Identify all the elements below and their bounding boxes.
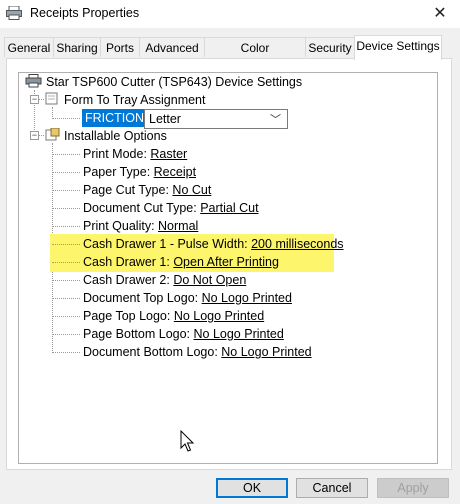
option-label: Print Quality: [83, 219, 159, 233]
tab-label: General [7, 41, 51, 55]
option-label: Document Cut Type: [83, 201, 201, 215]
option-cash-drawer-2[interactable]: Cash Drawer 2: Do Not Open [83, 272, 246, 288]
printer-icon [6, 6, 22, 20]
option-label: Page Top Logo: [83, 309, 174, 323]
tab-bar: General Sharing Ports Advanced Color Man… [0, 35, 460, 75]
option-value[interactable]: No Cut [172, 183, 211, 197]
option-label: Cash Drawer 1 - Pulse Width: [83, 237, 252, 251]
friction-select[interactable]: Letter ﹀ [144, 109, 288, 129]
tree-line [52, 190, 80, 191]
options-group[interactable]: Installable Options [64, 128, 167, 144]
printer-icon [25, 74, 42, 88]
tree-line [52, 118, 80, 119]
tab-label: Device Settings [356, 39, 440, 53]
option-label: Document Bottom Logo: [83, 345, 222, 359]
mouse-cursor-icon [180, 430, 195, 452]
tab-label: Ports [105, 41, 134, 55]
option-label: Page Cut Type: [83, 183, 173, 197]
ok-button[interactable]: OK [216, 478, 288, 498]
tree-line [52, 154, 80, 155]
option-value[interactable]: Receipt [154, 165, 196, 179]
title-bar: Receipts Properties ✕ [0, 0, 460, 28]
tree-line [52, 316, 80, 317]
option-paper-type[interactable]: Paper Type: Receipt [83, 164, 196, 180]
option-label: Paper Type: [83, 165, 154, 179]
tray-group[interactable]: Form To Tray Assignment [64, 92, 206, 108]
option-document-bottom-logo[interactable]: Document Bottom Logo: No Logo Printed [83, 344, 312, 360]
friction-label[interactable]: FRICTION: [82, 109, 151, 127]
tab-advanced[interactable]: Advanced [139, 37, 205, 57]
tree-line [52, 262, 80, 263]
option-value[interactable]: No Logo Printed [174, 309, 264, 323]
chevron-down-icon[interactable]: ﹀ [270, 111, 281, 127]
option-print-quality[interactable]: Print Quality: Normal [83, 218, 198, 234]
option-value[interactable]: Raster [150, 147, 187, 161]
close-icon: ✕ [433, 5, 447, 22]
option-value[interactable]: Do Not Open [173, 273, 246, 287]
window-title: Receipts Properties [30, 6, 140, 20]
option-label: Cash Drawer 1: [83, 255, 174, 269]
option-label: Cash Drawer 2: [83, 273, 174, 287]
option-value[interactable]: No Logo Printed [194, 327, 284, 341]
tree-line [52, 298, 80, 299]
tab-label: Security [308, 41, 352, 55]
tab-security[interactable]: Security [305, 37, 355, 57]
tree-root[interactable]: Star TSP600 Cutter (TSP643) Device Setti… [46, 74, 302, 90]
option-value[interactable]: Open After Printing [173, 255, 279, 269]
tray-icon [45, 92, 58, 105]
tab-general[interactable]: General [4, 37, 54, 57]
option-print-mode[interactable]: Print Mode: Raster [83, 146, 187, 162]
option-cash-drawer-1-pulse-width[interactable]: Cash Drawer 1 - Pulse Width: 200 millise… [83, 236, 344, 252]
tab-device-settings[interactable]: Device Settings [354, 35, 442, 60]
collapse-icon[interactable]: − [30, 95, 39, 104]
tab-ports[interactable]: Ports [100, 37, 140, 57]
tree-line [52, 244, 80, 245]
options-icon [45, 128, 60, 141]
cancel-button[interactable]: Cancel [296, 478, 368, 498]
friction-select-value: Letter [149, 112, 181, 126]
tree-line [52, 280, 80, 281]
tab-label: Advanced [145, 41, 199, 55]
option-value[interactable]: 200 milliseconds [251, 237, 343, 251]
option-page-cut-type[interactable]: Page Cut Type: No Cut [83, 182, 211, 198]
option-label: Document Top Logo: [83, 291, 202, 305]
apply-button[interactable]: Apply [377, 478, 449, 498]
option-page-top-logo[interactable]: Page Top Logo: No Logo Printed [83, 308, 264, 324]
tree-line [52, 334, 80, 335]
option-label: Print Mode: [83, 147, 151, 161]
tree-line [52, 226, 80, 227]
option-page-bottom-logo[interactable]: Page Bottom Logo: No Logo Printed [83, 326, 284, 342]
tree-line [52, 208, 80, 209]
tree-line [52, 352, 80, 353]
tree-line [52, 172, 80, 173]
tab-color-management[interactable]: Color Management [204, 37, 306, 75]
option-value[interactable]: No Logo Printed [202, 291, 292, 305]
close-button[interactable]: ✕ [420, 0, 460, 28]
option-document-cut-type[interactable]: Document Cut Type: Partial Cut [83, 200, 259, 216]
option-document-top-logo[interactable]: Document Top Logo: No Logo Printed [83, 290, 292, 306]
option-label: Page Bottom Logo: [83, 327, 194, 341]
option-value[interactable]: No Logo Printed [221, 345, 311, 359]
tab-sharing[interactable]: Sharing [53, 37, 101, 57]
tab-label: Sharing [56, 41, 98, 55]
option-value[interactable]: Partial Cut [200, 201, 258, 215]
option-cash-drawer-1[interactable]: Cash Drawer 1: Open After Printing [83, 254, 279, 270]
collapse-icon[interactable]: − [30, 131, 39, 140]
option-value[interactable]: Normal [158, 219, 198, 233]
